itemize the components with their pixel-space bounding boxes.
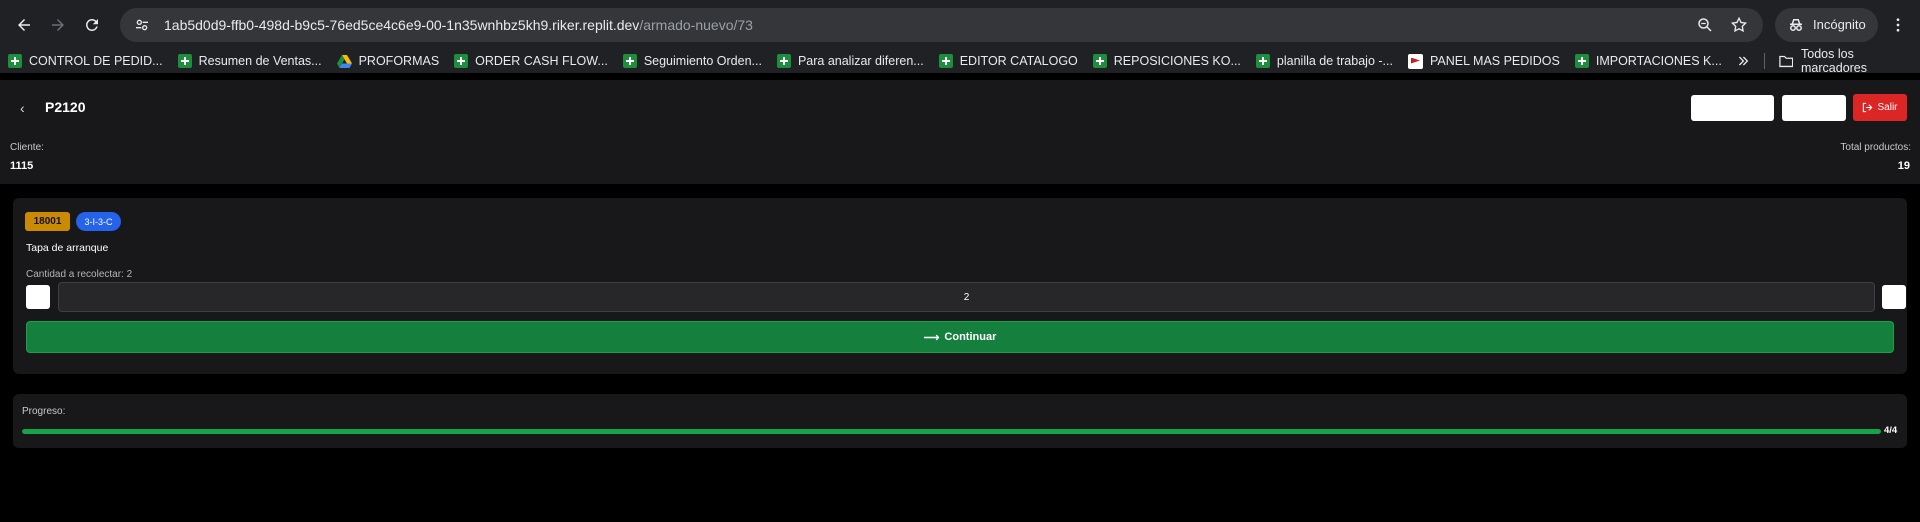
- url-text[interactable]: 1ab5d0d9-ffb0-498d-b9c5-76ed5ce4c6e9-00-…: [164, 17, 1685, 33]
- continue-label: Continuar: [944, 331, 997, 343]
- back-chevron-icon[interactable]: ‹: [20, 100, 25, 116]
- incognito-label: Incógnito: [1813, 17, 1866, 32]
- panel-icon: [1407, 53, 1423, 69]
- bookmark-item[interactable]: PANEL MAS PEDIDOS: [1407, 53, 1560, 69]
- item-card: 18001 3-I-3-C Tapa de arranque Cantidad …: [13, 198, 1907, 374]
- sheets-icon: [776, 54, 791, 68]
- sheets-icon: [454, 54, 469, 68]
- bookmark-item[interactable]: planilla de trabajo -...: [1255, 54, 1393, 68]
- sheets-icon: [938, 54, 953, 68]
- increment-button[interactable]: [1882, 285, 1906, 309]
- exit-button[interactable]: Salir: [1853, 94, 1907, 121]
- header-action-button-2[interactable]: [1782, 95, 1846, 121]
- sheets-icon: [1255, 54, 1270, 68]
- progress-count: 4/4: [1884, 425, 1898, 436]
- bookmark-item[interactable]: REPOSICIONES KO...: [1092, 54, 1241, 68]
- browser-toolbar: 1ab5d0d9-ffb0-498d-b9c5-76ed5ce4c6e9-00-…: [0, 0, 1920, 49]
- progress-card: Progreso: 4/4: [13, 394, 1907, 448]
- back-icon[interactable]: [8, 8, 40, 42]
- total-products-value: 19: [1897, 160, 1910, 172]
- arrow-right-icon: ⟶: [923, 331, 940, 344]
- cliente-value: 1115: [10, 160, 34, 172]
- folder-icon: [1778, 55, 1793, 68]
- address-bar[interactable]: 1ab5d0d9-ffb0-498d-b9c5-76ed5ce4c6e9-00-…: [120, 7, 1763, 42]
- site-settings-icon[interactable]: [130, 13, 154, 37]
- progress-bar: [22, 429, 1881, 434]
- all-bookmarks[interactable]: Todos los marcadores: [1778, 47, 1913, 75]
- more-bookmarks-icon[interactable]: [1737, 54, 1750, 68]
- drive-icon: [336, 54, 352, 68]
- product-code-badge: 18001: [25, 212, 70, 231]
- sheets-icon: [1092, 54, 1107, 68]
- location-badge: 3-I-3-C: [76, 212, 121, 231]
- bookmark-item[interactable]: IMPORTACIONES K...: [1574, 54, 1722, 68]
- quantity-label: Cantidad a recolectar: 2: [26, 269, 133, 280]
- sheets-icon: [8, 54, 22, 68]
- forward-icon[interactable]: [42, 8, 74, 42]
- reload-icon[interactable]: [76, 8, 108, 42]
- all-bookmarks-label: Todos los marcadores: [1801, 47, 1868, 75]
- cliente-label: Cliente:: [10, 142, 44, 153]
- bookmark-item[interactable]: ORDER CASH FLOW...: [454, 54, 608, 68]
- bookmark-item[interactable]: Para analizar diferen...: [776, 54, 924, 68]
- bookmark-item[interactable]: EDITOR CATALOGO: [938, 54, 1078, 68]
- sheets-icon: [177, 54, 192, 68]
- divider: [1763, 53, 1765, 69]
- bookmark-item[interactable]: Seguimiento Orden...: [622, 54, 762, 68]
- product-name: Tapa de arranque: [26, 242, 109, 254]
- browser-menu-icon[interactable]: [1884, 8, 1912, 42]
- sheets-icon: [1574, 54, 1589, 68]
- sheets-icon: [622, 54, 637, 68]
- progress-label: Progreso:: [22, 406, 66, 417]
- bookmark-item[interactable]: CONTROL DE PEDID...: [8, 54, 163, 68]
- bookmarks-bar: CONTROL DE PEDID... Resumen de Ventas...…: [0, 47, 1920, 75]
- zoom-icon[interactable]: [1691, 11, 1719, 39]
- logout-icon: [1863, 102, 1873, 113]
- app-content: ‹ P2120 Salir Cliente: 1115 Total produc…: [0, 80, 1920, 522]
- order-header: ‹ P2120 Salir Cliente: 1115 Total produc…: [0, 80, 1920, 184]
- progress-fill: [22, 429, 1881, 434]
- continue-button[interactable]: ⟶ Continuar: [26, 321, 1894, 353]
- order-title: P2120: [45, 99, 86, 115]
- incognito-indicator[interactable]: Incógnito: [1775, 7, 1878, 42]
- incognito-icon: [1790, 18, 1802, 31]
- bookmark-item[interactable]: PROFORMAS: [336, 54, 439, 68]
- total-products-label: Total productos:: [1840, 142, 1911, 153]
- header-action-button-1[interactable]: [1691, 95, 1774, 121]
- bookmark-star-icon[interactable]: [1725, 11, 1753, 39]
- exit-label: Salir: [1877, 102, 1898, 113]
- bookmark-item[interactable]: Resumen de Ventas...: [177, 54, 322, 68]
- decrement-button[interactable]: [26, 285, 50, 309]
- quantity-input[interactable]: [58, 282, 1875, 312]
